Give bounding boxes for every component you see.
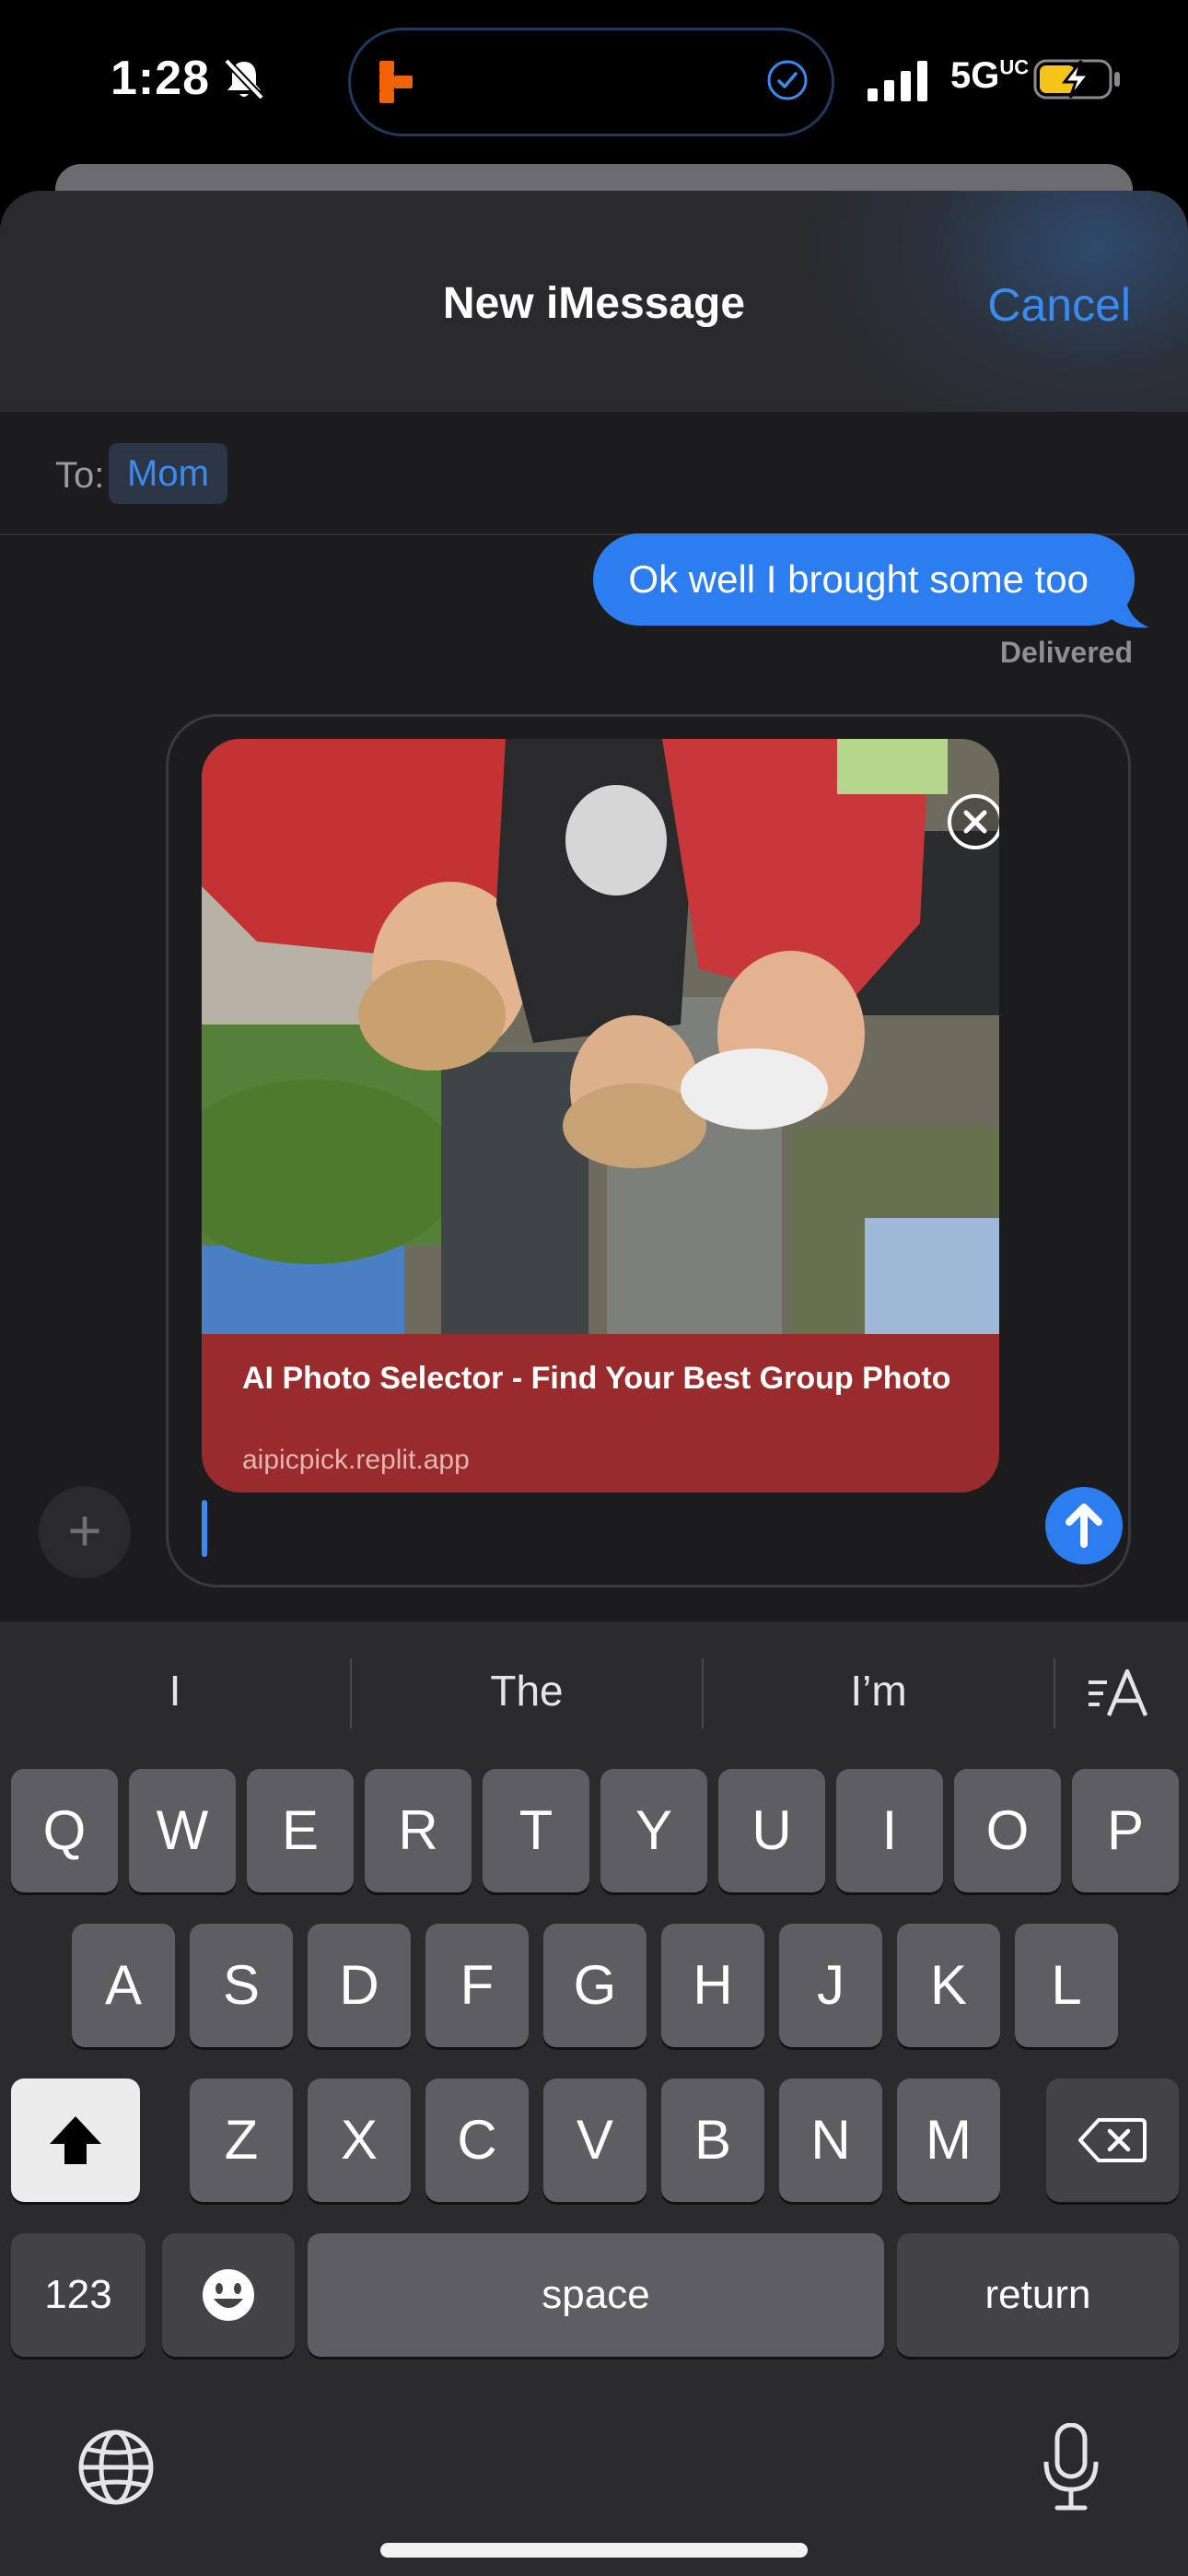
compose-field[interactable]: AI Photo Selector - Find Your Best Group… <box>166 714 1131 1587</box>
prediction-3[interactable]: I’m <box>704 1622 1054 1760</box>
key-t[interactable]: T <box>483 1769 589 1892</box>
key-l[interactable]: L <box>1015 1924 1118 2047</box>
key-r[interactable]: R <box>365 1769 472 1892</box>
key-u[interactable]: U <box>718 1769 825 1892</box>
prediction-1[interactable]: I <box>0 1622 350 1760</box>
key-e[interactable]: E <box>247 1769 354 1892</box>
numbers-key[interactable]: 123 <box>11 2233 146 2357</box>
bubble-tail <box>1105 587 1149 628</box>
recipient-chip[interactable]: Mom <box>109 443 227 504</box>
return-key[interactable]: return <box>897 2233 1179 2357</box>
predictive-bar: I The I’m <box>0 1622 1188 1760</box>
microphone-icon[interactable] <box>1039 2423 1103 2512</box>
key-q[interactable]: Q <box>11 1769 118 1892</box>
plus-icon[interactable]: + <box>39 1486 131 1578</box>
sent-message-bubble[interactable]: Ok well I brought some too <box>593 533 1135 626</box>
key-d[interactable]: D <box>308 1924 411 2047</box>
key-i[interactable]: I <box>836 1769 943 1892</box>
key-n[interactable]: N <box>779 2078 882 2202</box>
key-b[interactable]: B <box>661 2078 764 2202</box>
key-j[interactable]: J <box>779 1924 882 2047</box>
send-button[interactable] <box>1045 1487 1123 1564</box>
home-indicator[interactable] <box>380 2543 808 2558</box>
space-key[interactable]: space <box>308 2233 884 2357</box>
close-circle-icon[interactable] <box>946 792 999 851</box>
new-message-sheet: New iMessage Cancel To: Mom Ok well I br… <box>0 191 1188 1622</box>
cancel-button[interactable]: Cancel <box>987 278 1131 332</box>
emoji-icon <box>203 2269 254 2321</box>
text-format-icon[interactable] <box>1087 1666 1151 1721</box>
keyboard: I The I’m Q W E R T Y U I O P A S D F G … <box>0 1622 1188 2576</box>
prediction-2[interactable]: The <box>352 1622 702 1760</box>
signal-icon <box>868 61 927 101</box>
link-preview-url: aipicpick.replit.app <box>242 1445 470 1475</box>
key-w[interactable]: W <box>129 1769 236 1892</box>
link-preview-card[interactable]: AI Photo Selector - Find Your Best Group… <box>202 739 999 1493</box>
island-app-icon <box>379 61 413 103</box>
send-arrow-icon <box>1066 1504 1102 1548</box>
link-preview-title: AI Photo Selector - Find Your Best Group… <box>242 1361 951 1396</box>
key-m[interactable]: M <box>897 2078 1000 2202</box>
shift-icon <box>50 2116 101 2164</box>
status-time: 1:28 <box>111 52 211 105</box>
delete-key[interactable] <box>1046 2078 1179 2202</box>
key-x[interactable]: X <box>308 2078 411 2202</box>
key-y[interactable]: Y <box>600 1769 707 1892</box>
prediction-divider <box>1054 1658 1055 1728</box>
key-k[interactable]: K <box>897 1924 1000 2047</box>
dynamic-island[interactable] <box>348 28 834 136</box>
network-type: 5GUC <box>950 55 1030 96</box>
key-f[interactable]: F <box>425 1924 529 2047</box>
emoji-key[interactable] <box>162 2233 295 2357</box>
silent-bell-icon <box>224 58 264 100</box>
delivery-status: Delivered <box>999 636 1133 669</box>
sheet-header: New iMessage Cancel <box>0 191 1188 412</box>
recipient-label: To: <box>55 455 105 496</box>
link-preview-photo <box>202 739 999 1334</box>
key-v[interactable]: V <box>543 2078 646 2202</box>
key-z[interactable]: Z <box>190 2078 293 2202</box>
key-h[interactable]: H <box>661 1924 764 2047</box>
key-p[interactable]: P <box>1072 1769 1179 1892</box>
checkmark-circle-icon <box>767 60 808 100</box>
key-g[interactable]: G <box>543 1924 646 2047</box>
globe-icon[interactable] <box>77 2429 155 2506</box>
text-cursor <box>202 1500 207 1557</box>
status-bar: 1:28 5GUC <box>0 0 1188 161</box>
shift-key[interactable] <box>11 2078 140 2202</box>
key-o[interactable]: O <box>954 1769 1061 1892</box>
recipient-row[interactable]: To: Mom <box>0 412 1188 535</box>
key-s[interactable]: S <box>190 1924 293 2047</box>
key-c[interactable]: C <box>425 2078 529 2202</box>
delete-icon <box>1078 2118 1147 2162</box>
battery-charging-icon <box>1033 59 1120 100</box>
key-a[interactable]: A <box>72 1924 175 2047</box>
